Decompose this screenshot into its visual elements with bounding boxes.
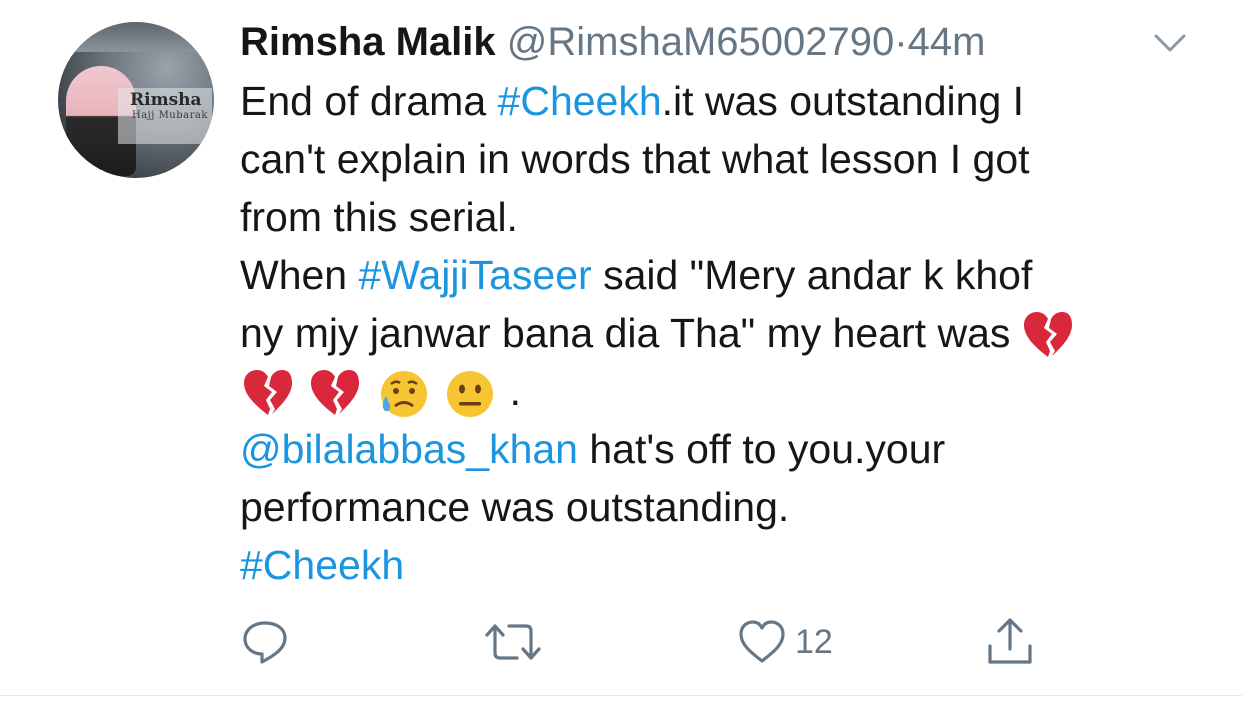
handle[interactable]: @RimshaM65002790 bbox=[507, 20, 894, 64]
broken-heart-emoji bbox=[1023, 312, 1072, 358]
tweet-header: Rimsha Malik @RimshaM65002790·44m bbox=[240, 14, 985, 70]
hashtag-link[interactable]: #Cheekh bbox=[498, 78, 662, 124]
tweet-line: ny mjy janwar bana dia Tha" my heart was bbox=[240, 304, 1200, 362]
sad-relieved-emoji bbox=[380, 371, 427, 418]
avatar-subtext: Hajj Mubarak bbox=[132, 110, 208, 121]
chevron-down-icon[interactable] bbox=[1152, 28, 1188, 58]
share-button[interactable] bbox=[985, 612, 1035, 672]
tweet-line: End of drama #Cheekh.it was outstanding … bbox=[240, 72, 1200, 130]
tweet-line: @bilalabbas_khan hat's off to you.your bbox=[240, 420, 1200, 478]
mention-link[interactable]: @bilalabbas_khan bbox=[240, 426, 578, 472]
text-segment: hat's off to you.your bbox=[577, 426, 946, 472]
text-segment: End of drama bbox=[240, 78, 498, 124]
reply-icon bbox=[243, 621, 287, 664]
retweet-icon bbox=[485, 624, 541, 660]
text-segment: .it was outstanding I bbox=[661, 78, 1025, 124]
avatar-background bbox=[58, 22, 214, 52]
share-icon bbox=[988, 618, 1032, 664]
heart-icon bbox=[739, 620, 785, 663]
tweet-line: When #WajjiTaseer said "Mery andar k kho… bbox=[240, 246, 1200, 304]
hashtag-link[interactable]: #Cheekh bbox=[240, 542, 404, 588]
broken-heart-emoji bbox=[311, 370, 360, 416]
avatar[interactable]: Rimsha Hajj Mubarak bbox=[58, 22, 214, 178]
reply-button[interactable] bbox=[240, 612, 290, 672]
tweet-line: from this serial. bbox=[240, 194, 518, 240]
timestamp[interactable]: 44m bbox=[908, 20, 986, 64]
text-segment: When bbox=[240, 252, 359, 298]
broken-heart-emoji bbox=[244, 370, 292, 416]
like-button[interactable]: 12 bbox=[737, 612, 833, 672]
retweet-button[interactable] bbox=[483, 612, 543, 672]
tweet-line: . bbox=[240, 362, 1200, 420]
hashtag-link[interactable]: #WajjiTaseer bbox=[359, 252, 592, 298]
neutral-face-emoji bbox=[447, 371, 494, 418]
action-bar: 12 bbox=[0, 612, 1242, 672]
avatar-name-text: Rimsha bbox=[130, 90, 202, 110]
tweet-line: performance was outstanding. bbox=[240, 484, 790, 530]
separator-dot: · bbox=[894, 20, 908, 64]
display-name[interactable]: Rimsha Malik bbox=[240, 20, 496, 64]
tweet-text: End of drama #Cheekh.it was outstanding … bbox=[240, 72, 1200, 594]
tweet-line: #Cheekh bbox=[240, 536, 1200, 594]
like-count: 12 bbox=[795, 622, 833, 661]
tweet-line: can't explain in words that what lesson … bbox=[240, 136, 1030, 182]
text-segment: . bbox=[509, 368, 522, 414]
text-segment: said "Mery andar k khof bbox=[591, 252, 1033, 298]
divider bbox=[0, 695, 1242, 696]
text-segment: ny mjy janwar bana dia Tha" my heart was bbox=[240, 310, 1011, 356]
